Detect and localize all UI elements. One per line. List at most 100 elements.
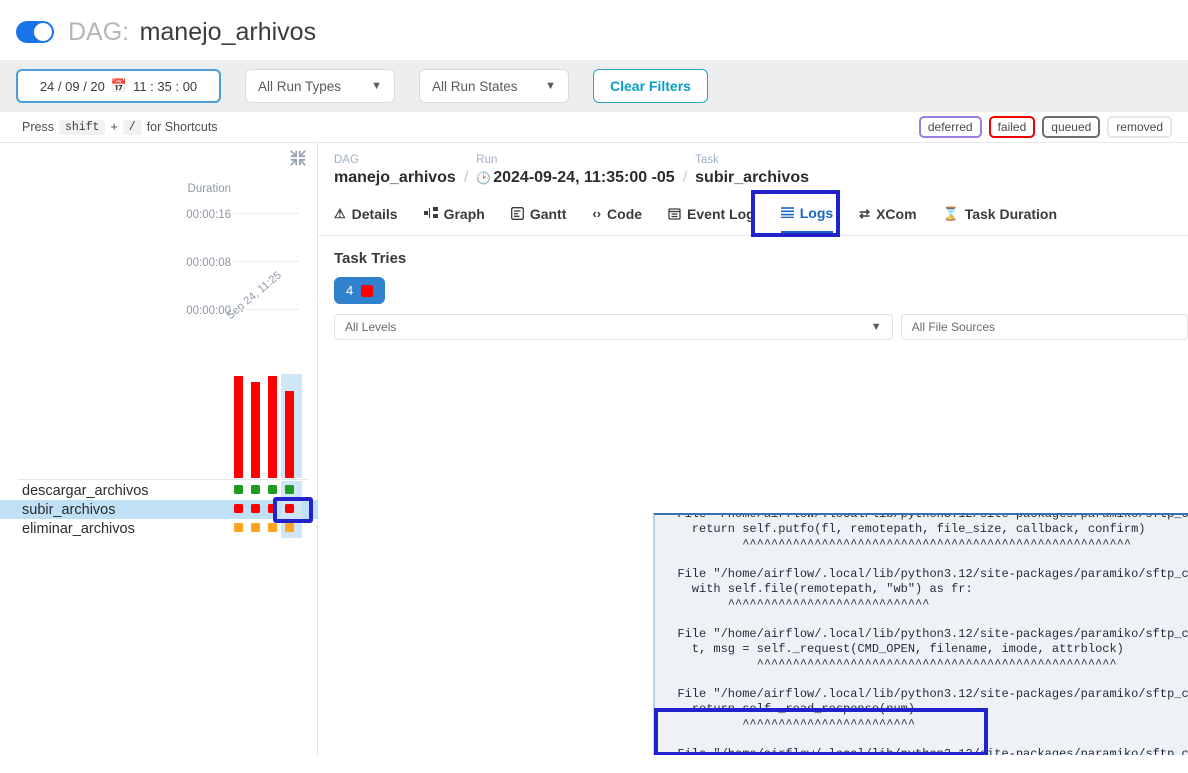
task-state-cell[interactable] [251,485,260,494]
log-filter-row: All Levels ▼ All File Sources [318,304,1188,340]
breadcrumb-dag-key: DAG [334,154,359,166]
breadcrumb-dag[interactable]: DAG manejo_arhivos [334,153,456,188]
breadcrumb-run-value: 2024-09-24, 11:35:00 -05 [493,169,675,186]
log-level-select[interactable]: All Levels ▼ [334,314,893,340]
log-line: ^^^^^^^^^^^^^^^^^^^^^^^^^^^^^^^^^^^^^^^^… [663,537,1132,551]
task-state-cell[interactable] [268,504,277,513]
log-line: ^^^^^^^^^^^^^^^^^^^^^^^^^^^^^^^^^^^^^^^^… [663,657,1117,671]
clear-filters-button[interactable]: Clear Filters [593,69,708,103]
task-state-squares [234,504,294,513]
duration-bar[interactable] [285,391,294,478]
shortcut-hint: Press shift + / for Shortcuts [22,119,218,135]
breadcrumb-run[interactable]: Run 🕑 2024-09-24, 11:35:00 -05 [476,153,674,188]
log-line: File "/home/airflow/.local/lib/python3.1… [677,513,1188,521]
duration-axis-label: Duration [187,183,231,195]
task-name-descargar-archivos[interactable]: descargar_archivos [0,483,149,499]
status-badge-queued[interactable]: queued [1042,116,1101,138]
graph-nodes-icon [423,207,438,220]
task-try-button-4[interactable]: 4 [334,277,386,304]
tab-gantt[interactable]: Gantt [510,206,566,232]
tab-code[interactable]: ‹› Code [592,206,642,232]
grid-panel: Duration 00:00:16 00:00:08 00:00:00 Sep … [0,143,318,755]
calendar-icon[interactable]: 📅 [111,78,127,94]
task-list: descargar_archivos subir_archivos elimin… [0,481,318,538]
duration-bar[interactable] [268,376,277,478]
tab-task-duration-label: Task Duration [964,205,1058,222]
duration-bar[interactable] [251,382,260,478]
task-state-cell[interactable] [285,523,294,532]
tab-bar: ⚠ Details Graph Gantt ‹› Code Event Log … [318,190,1188,237]
breadcrumb-task-value[interactable]: subir_archivos [695,168,809,188]
breadcrumb-separator: / [463,169,469,186]
pause-toggle[interactable] [16,21,54,43]
log-line: ^^^^^^^^^^^^^^^^^^^^^^^^^^^^ [663,597,930,611]
tab-event-log-label: Event Log [687,205,755,222]
date-value: 24 / 09 / 20 [39,78,105,94]
table-row[interactable]: subir_archivos [0,500,318,519]
breadcrumb-run-value-wrap[interactable]: 🕑 2024-09-24, 11:35:00 -05 [476,168,674,188]
page-title: DAG: manejo_arhivos [68,18,316,47]
shortcut-key-slash: / [122,119,142,135]
code-brackets-icon: ‹› [592,206,602,221]
duration-bar[interactable] [234,376,243,478]
airflow-grid-page: DAG: manejo_arhivos 24 / 09 / 20 📅 11 : … [0,0,1188,773]
chart-gridlines [234,207,299,312]
run-type-value: All Run Types [258,78,342,94]
tab-graph[interactable]: Graph [423,205,485,232]
task-state-squares [234,523,294,532]
tab-task-duration[interactable]: ⌛ Task Duration [943,206,1058,232]
calendar-list-icon [668,207,681,220]
tab-xcom[interactable]: ⇄ XCom [859,206,916,232]
tab-event-log[interactable]: Event Log [668,206,755,232]
status-badge-deferred[interactable]: deferred [918,116,982,138]
tab-details-label: Details [351,205,398,222]
breadcrumb-dag-value[interactable]: manejo_arhivos [334,168,456,188]
tab-logs-label: Logs [799,204,834,221]
tab-details[interactable]: ⚠ Details [334,206,398,232]
status-badge-failed[interactable]: failed [988,116,1036,138]
breadcrumb-task[interactable]: Task subir_archivos [695,153,809,188]
tab-code-label: Code [607,205,643,222]
clock-icon: 🕑 [476,171,492,185]
breadcrumb-separator: / [682,169,688,186]
triangle-alert-icon: ⚠ [334,205,346,221]
task-state-squares [234,485,294,494]
log-line: File "/home/airflow/.local/lib/python3.1… [677,747,1188,755]
tab-logs[interactable]: Logs [780,204,834,233]
chevron-down-icon: ▼ [545,80,556,92]
log-line: t, msg = self._request(CMD_OPEN, filenam… [663,642,1124,656]
log-source-value: All File Sources [911,320,996,334]
task-state-cell[interactable] [251,523,260,532]
task-state-cell[interactable] [234,504,243,513]
task-state-cell[interactable] [234,523,243,532]
task-instance-content: DAG manejo_arhivos / Run 🕑 2024-09-24, 1… [318,143,1188,755]
run-type-select[interactable]: All Run Types ▼ [245,69,395,103]
task-tries-section: Task Tries 4 [318,236,1188,304]
task-name-subir-archivos[interactable]: subir_archivos [0,502,116,518]
tab-graph-label: Graph [443,205,485,222]
task-state-cell[interactable] [268,523,277,532]
task-state-cell[interactable] [285,485,294,494]
table-row[interactable]: descargar_archivos [0,481,318,500]
task-state-cell-selected[interactable] [285,504,294,513]
state-legend: deferred failed queued removed [918,116,1172,138]
log-source-select[interactable]: All File Sources [900,314,1188,340]
task-name-eliminar-archivos[interactable]: eliminar_archivos [0,521,135,537]
task-state-cell[interactable] [268,485,277,494]
status-badge-removed[interactable]: removed [1107,116,1172,138]
tab-xcom-label: XCom [876,205,917,222]
run-datetime-input[interactable]: 24 / 09 / 20 📅 11 : 35 : 00 [16,69,221,103]
hourglass-icon: ⌛ [942,205,959,221]
task-state-cell[interactable] [234,485,243,494]
log-output-panel[interactable]: File "/home/airflow/.local/lib/python3.1… [653,513,1188,755]
lines-icon [780,207,794,218]
table-row[interactable]: eliminar_archivos [0,519,318,538]
task-state-cell[interactable] [251,504,260,513]
body-split: Duration 00:00:16 00:00:08 00:00:00 Sep … [0,142,1188,755]
toggle-knob [34,23,52,41]
y-tick-1: 00:00:08 [186,257,231,269]
log-line: return self._read_response(num) [663,702,916,716]
run-state-select[interactable]: All Run States ▼ [419,69,569,103]
